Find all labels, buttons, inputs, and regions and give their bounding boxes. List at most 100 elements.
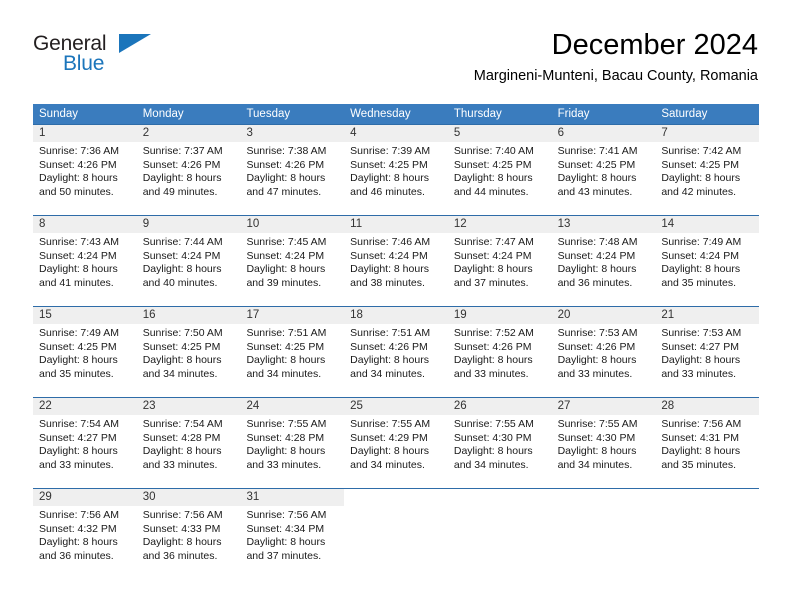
weekday-header-wednesday: Wednesday <box>350 108 411 120</box>
calendar-day-cell[interactable]: 4 Sunrise: 7:39 AM Sunset: 4:25 PM Daylight… <box>344 125 448 213</box>
daylight-text-line2: and 42 minutes. <box>661 185 737 198</box>
daylight-text-line2: and 49 minutes. <box>142 185 218 198</box>
title-block: December 2024 Margineni-Munteni, Bacau C… <box>474 28 758 85</box>
day-details: Sunrise: 7:39 AM Sunset: 4:25 PM Daylight:… <box>344 142 448 199</box>
sunrise-text: Sunrise: 7:54 AM <box>142 418 223 430</box>
weekday-header-sunday: Sunday <box>39 108 79 120</box>
daylight-text-line1: Daylight: 8 hours <box>39 172 118 185</box>
day-number: 6 <box>557 127 564 139</box>
day-number-band: 10 <box>240 216 345 233</box>
sunset-text: Sunset: 4:26 PM <box>350 340 428 353</box>
calendar-day-cell[interactable]: 2 Sunrise: 7:37 AM Sunset: 4:26 PM Daylight… <box>136 125 241 213</box>
calendar-day-cell[interactable]: 7 Sunrise: 7:42 AM Sunset: 4:25 PM Daylight… <box>655 125 760 213</box>
daylight-text-line2: and 35 minutes. <box>661 276 737 289</box>
day-number: 9 <box>142 218 150 230</box>
sunset-text: Sunset: 4:26 PM <box>246 158 325 171</box>
weekday-header-thursday: Thursday <box>453 108 502 120</box>
day-number-band <box>344 489 448 506</box>
daylight-text-line2: and 33 minutes. <box>557 367 633 380</box>
general-blue-logo[interactable]: General Blue <box>33 32 153 82</box>
sunset-text: Sunset: 4:25 PM <box>246 340 325 353</box>
calendar-day-cell[interactable]: 22 Sunrise: 7:54 AM Sunset: 4:27 PM Dayligh… <box>33 398 137 486</box>
day-number-band: 17 <box>240 307 345 324</box>
sunset-text: Sunset: 4:24 PM <box>142 249 221 262</box>
daylight-text-line2: and 34 minutes. <box>350 367 425 380</box>
calendar-day-cell[interactable]: 25 Sunrise: 7:55 AM Sunset: 4:29 PM Dayligh… <box>344 398 448 486</box>
calendar-day-cell[interactable]: 9 Sunrise: 7:44 AM Sunset: 4:24 PM Daylight… <box>136 216 241 304</box>
page-title: December 2024 <box>551 29 758 61</box>
daylight-text-line2: and 38 minutes. <box>350 276 425 289</box>
day-number: 23 <box>142 400 156 412</box>
daylight-text-line2: and 34 minutes. <box>142 367 218 380</box>
day-number: 19 <box>453 309 467 321</box>
calendar-day-cell[interactable]: 10 Sunrise: 7:45 AM Sunset: 4:24 PM Dayligh… <box>240 216 345 304</box>
sunrise-text: Sunrise: 7:51 AM <box>246 327 327 339</box>
sunrise-text: Sunrise: 7:54 AM <box>39 418 119 430</box>
sunrise-text: Sunrise: 7:55 AM <box>453 418 534 430</box>
day-details: Sunrise: 7:55 AM Sunset: 4:30 PM Daylight:… <box>552 415 656 472</box>
day-number: 17 <box>246 309 260 321</box>
day-number-band: 19 <box>447 307 552 324</box>
calendar-day-cell[interactable]: 14 Sunrise: 7:49 AM Sunset: 4:24 PM Dayligh… <box>655 216 760 304</box>
calendar-day-cell[interactable]: 20 Sunrise: 7:53 AM Sunset: 4:26 PM Dayligh… <box>551 307 656 395</box>
calendar-day-cell[interactable]: 5 Sunrise: 7:40 AM Sunset: 4:25 PM Daylight… <box>447 125 552 213</box>
daylight-text-line1: Daylight: 8 hours <box>142 354 222 367</box>
day-number-band: 18 <box>344 307 448 324</box>
calendar-day-cell[interactable]: 13 Sunrise: 7:48 AM Sunset: 4:24 PM Dayligh… <box>551 216 656 304</box>
sunrise-text: Sunrise: 7:53 AM <box>661 327 742 339</box>
sunrise-text: Sunrise: 7:39 AM <box>350 145 431 157</box>
sunset-text: Sunset: 4:26 PM <box>142 158 221 171</box>
day-details: Sunrise: 7:36 AM Sunset: 4:26 PM Daylight:… <box>33 142 137 199</box>
calendar-day-cell[interactable]: 18 Sunrise: 7:51 AM Sunset: 4:26 PM Dayligh… <box>344 307 448 395</box>
day-number-band: 21 <box>655 307 760 324</box>
day-number-band: 5 <box>447 125 552 142</box>
daylight-text-line1: Daylight: 8 hours <box>142 536 222 549</box>
sunrise-text: Sunrise: 7:48 AM <box>557 236 638 248</box>
daylight-text-line1: Daylight: 8 hours <box>350 172 429 185</box>
day-number: 8 <box>39 218 46 230</box>
calendar-day-cell[interactable]: 17 Sunrise: 7:51 AM Sunset: 4:25 PM Dayligh… <box>240 307 345 395</box>
calendar-day-cell[interactable]: 23 Sunrise: 7:54 AM Sunset: 4:28 PM Dayligh… <box>136 398 241 486</box>
calendar-day-cell[interactable]: 29 Sunrise: 7:56 AM Sunset: 4:32 PM Dayligh… <box>33 489 137 577</box>
calendar-day-cell[interactable]: 16 Sunrise: 7:50 AM Sunset: 4:25 PM Dayligh… <box>136 307 241 395</box>
calendar-day-cell[interactable]: 3 Sunrise: 7:38 AM Sunset: 4:26 PM Daylight… <box>240 125 345 213</box>
day-details: Sunrise: 7:45 AM Sunset: 4:24 PM Daylight:… <box>240 233 344 290</box>
calendar-day-cell-empty <box>344 489 448 577</box>
calendar-day-cell[interactable]: 19 Sunrise: 7:52 AM Sunset: 4:26 PM Dayligh… <box>447 307 552 395</box>
daylight-text-line2: and 35 minutes. <box>39 367 114 380</box>
calendar-day-cell[interactable]: 12 Sunrise: 7:47 AM Sunset: 4:24 PM Dayligh… <box>447 216 552 304</box>
daylight-text-line1: Daylight: 8 hours <box>557 445 637 458</box>
day-details: Sunrise: 7:56 AM Sunset: 4:33 PM Daylight:… <box>137 506 241 563</box>
calendar-day-cell[interactable]: 6 Sunrise: 7:41 AM Sunset: 4:25 PM Daylight… <box>551 125 656 213</box>
calendar-day-cell[interactable]: 28 Sunrise: 7:56 AM Sunset: 4:31 PM Dayligh… <box>655 398 760 486</box>
calendar-day-cell[interactable]: 15 Sunrise: 7:49 AM Sunset: 4:25 PM Dayligh… <box>33 307 137 395</box>
day-number-band: 7 <box>655 125 760 142</box>
daylight-text-line1: Daylight: 8 hours <box>39 354 118 367</box>
day-number-band: 25 <box>344 398 448 415</box>
sunset-text: Sunset: 4:24 PM <box>661 249 739 262</box>
sunrise-text: Sunrise: 7:56 AM <box>246 509 327 521</box>
sunrise-text: Sunrise: 7:37 AM <box>142 145 223 157</box>
calendar-day-cell[interactable]: 21 Sunrise: 7:53 AM Sunset: 4:27 PM Dayligh… <box>655 307 760 395</box>
sunset-text: Sunset: 4:25 PM <box>39 340 117 353</box>
calendar-day-cell[interactable]: 26 Sunrise: 7:55 AM Sunset: 4:30 PM Dayligh… <box>447 398 552 486</box>
calendar-day-cell[interactable]: 31 Sunrise: 7:56 AM Sunset: 4:34 PM Dayligh… <box>240 489 345 577</box>
sunrise-text: Sunrise: 7:53 AM <box>557 327 638 339</box>
sunset-text: Sunset: 4:26 PM <box>453 340 532 353</box>
daylight-text-line2: and 34 minutes. <box>453 458 529 471</box>
calendar-day-cell[interactable]: 8 Sunrise: 7:43 AM Sunset: 4:24 PM Daylight… <box>33 216 137 304</box>
daylight-text-line2: and 33 minutes. <box>453 367 529 380</box>
day-details: Sunrise: 7:40 AM Sunset: 4:25 PM Daylight:… <box>448 142 552 199</box>
weekday-header-row: Sunday Monday Tuesday Wednesday Thursday… <box>33 104 759 124</box>
daylight-text-line1: Daylight: 8 hours <box>246 354 326 367</box>
page-subtitle: Margineni-Munteni, Bacau County, Romania <box>473 68 758 84</box>
calendar-day-cell[interactable]: 11 Sunrise: 7:46 AM Sunset: 4:24 PM Dayligh… <box>344 216 448 304</box>
calendar-day-cell[interactable]: 24 Sunrise: 7:55 AM Sunset: 4:28 PM Dayligh… <box>240 398 345 486</box>
calendar-day-cell[interactable]: 27 Sunrise: 7:55 AM Sunset: 4:30 PM Dayligh… <box>551 398 656 486</box>
sunrise-text: Sunrise: 7:55 AM <box>350 418 431 430</box>
day-details: Sunrise: 7:50 AM Sunset: 4:25 PM Daylight:… <box>137 324 241 381</box>
calendar-day-cell[interactable]: 1 Sunrise: 7:36 AM Sunset: 4:26 PM Daylight… <box>33 125 137 213</box>
day-details: Sunrise: 7:47 AM Sunset: 4:24 PM Daylight:… <box>448 233 552 290</box>
calendar-day-cell[interactable]: 30 Sunrise: 7:56 AM Sunset: 4:33 PM Dayligh… <box>136 489 241 577</box>
daylight-text-line2: and 33 minutes. <box>142 458 218 471</box>
